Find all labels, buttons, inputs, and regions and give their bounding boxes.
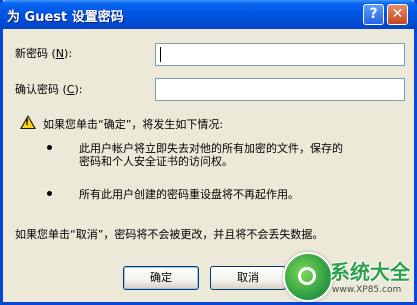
confirm-password-label: 确认密码 (C): (15, 83, 83, 96)
cancel-button[interactable]: 取消 (210, 266, 286, 290)
help-button[interactable]: ? (363, 4, 384, 25)
title-bar[interactable]: 为 Guest 设置密码 ? ✕ (0, 0, 417, 29)
bullet-1 (47, 145, 52, 150)
watermark-title: 系统大全 (330, 260, 410, 284)
text-caret (160, 47, 161, 62)
confirm-password-field[interactable] (155, 78, 405, 101)
cancel-note: 如果您单击“取消”，密码将不会被更改，并且将不会丢失数据。 (15, 228, 324, 241)
watermark-logo-icon (283, 252, 333, 302)
bullet-2-text: 所有此用户创建的密码重设盘将不再起作用。 (79, 188, 299, 201)
warning-icon-mark: ! (25, 118, 30, 128)
warning-intro: 如果您单击“确定”，将发生如下情况: (43, 118, 224, 131)
bullet-1-line-2: 密码和个人安全证书的访问权。 (79, 155, 233, 168)
new-password-field[interactable] (155, 43, 405, 66)
bullet-2 (47, 191, 52, 196)
dialog-title: 为 Guest 设置密码 (7, 10, 124, 25)
new-password-label: 新密码 (N): (15, 47, 73, 60)
close-button[interactable]: ✕ (387, 4, 408, 25)
watermark-url: www.XP85.com (332, 285, 402, 295)
ok-button[interactable]: 确定 (123, 266, 199, 290)
